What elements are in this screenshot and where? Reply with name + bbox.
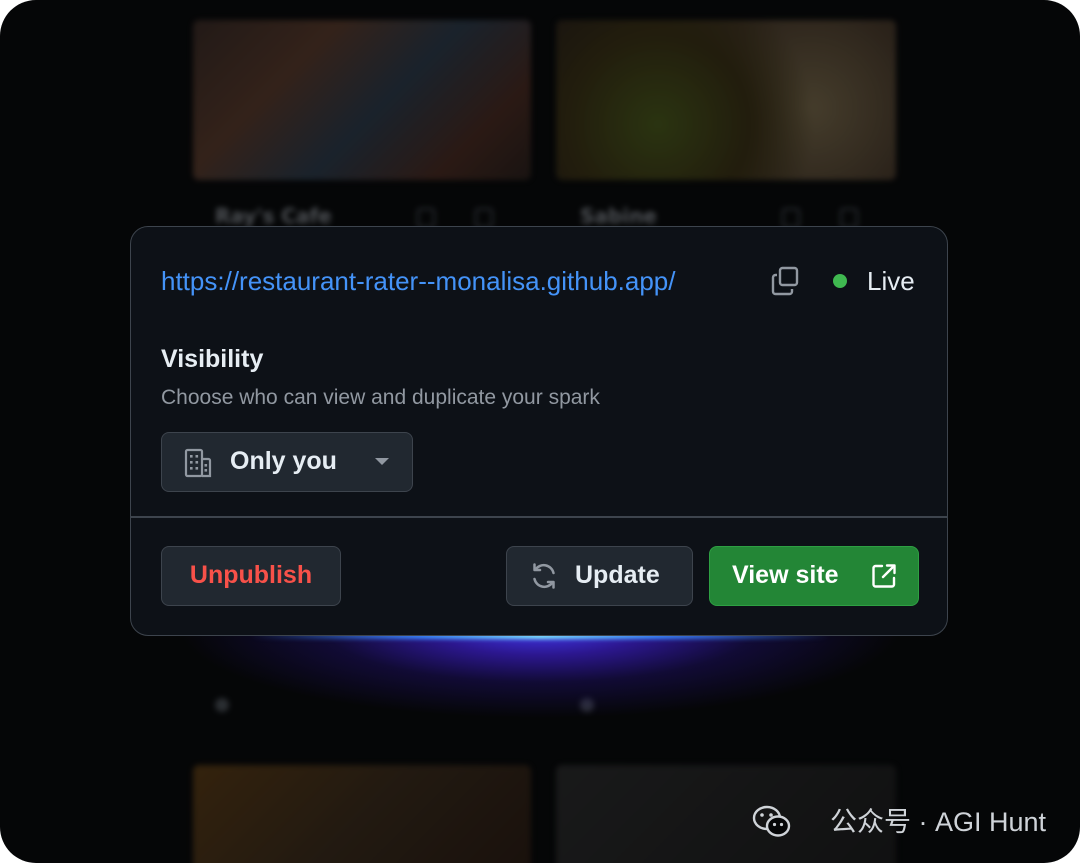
watermark: 公众号 · AGI Hunt	[829, 807, 1046, 837]
live-status-label: Live	[867, 266, 915, 296]
building-icon	[184, 448, 212, 478]
visibility-description: Choose who can view and duplicate your s…	[161, 386, 600, 409]
visibility-select[interactable]: Only you	[161, 432, 413, 492]
visibility-selected-label: Only you	[230, 447, 337, 475]
background-card-image	[556, 20, 896, 180]
sync-icon	[533, 563, 555, 589]
background-card-image	[193, 20, 531, 180]
update-button[interactable]: Update	[506, 546, 693, 606]
wechat-icon	[752, 805, 791, 837]
divider	[131, 516, 947, 518]
live-status-dot	[833, 274, 847, 288]
publish-dialog: https://restaurant-rater--monalisa.githu…	[130, 226, 948, 636]
dialog-glow	[180, 618, 900, 818]
external-link-icon	[872, 564, 896, 588]
share-icon	[417, 208, 435, 228]
view-site-button-label: View site	[732, 561, 839, 589]
background-card-title: Ray's Cafe	[215, 204, 332, 228]
copy-icon[interactable]	[769, 265, 801, 297]
view-site-button[interactable]: View site	[709, 546, 919, 606]
site-url-link[interactable]: https://restaurant-rater--monalisa.githu…	[161, 263, 675, 299]
unpublish-button[interactable]: Unpublish	[161, 546, 341, 606]
chevron-down-icon	[375, 458, 389, 465]
url-row: https://restaurant-rater--monalisa.githu…	[161, 263, 917, 299]
background-card-title: Sabine	[580, 204, 657, 228]
update-button-label: Update	[575, 561, 660, 589]
share-icon	[782, 208, 800, 228]
trash-icon	[475, 208, 493, 228]
trash-icon	[840, 208, 858, 228]
visibility-title: Visibility	[161, 345, 264, 373]
screenshot-frame: Ray's Cafe Sabine https://restaurant-rat…	[0, 0, 1080, 863]
